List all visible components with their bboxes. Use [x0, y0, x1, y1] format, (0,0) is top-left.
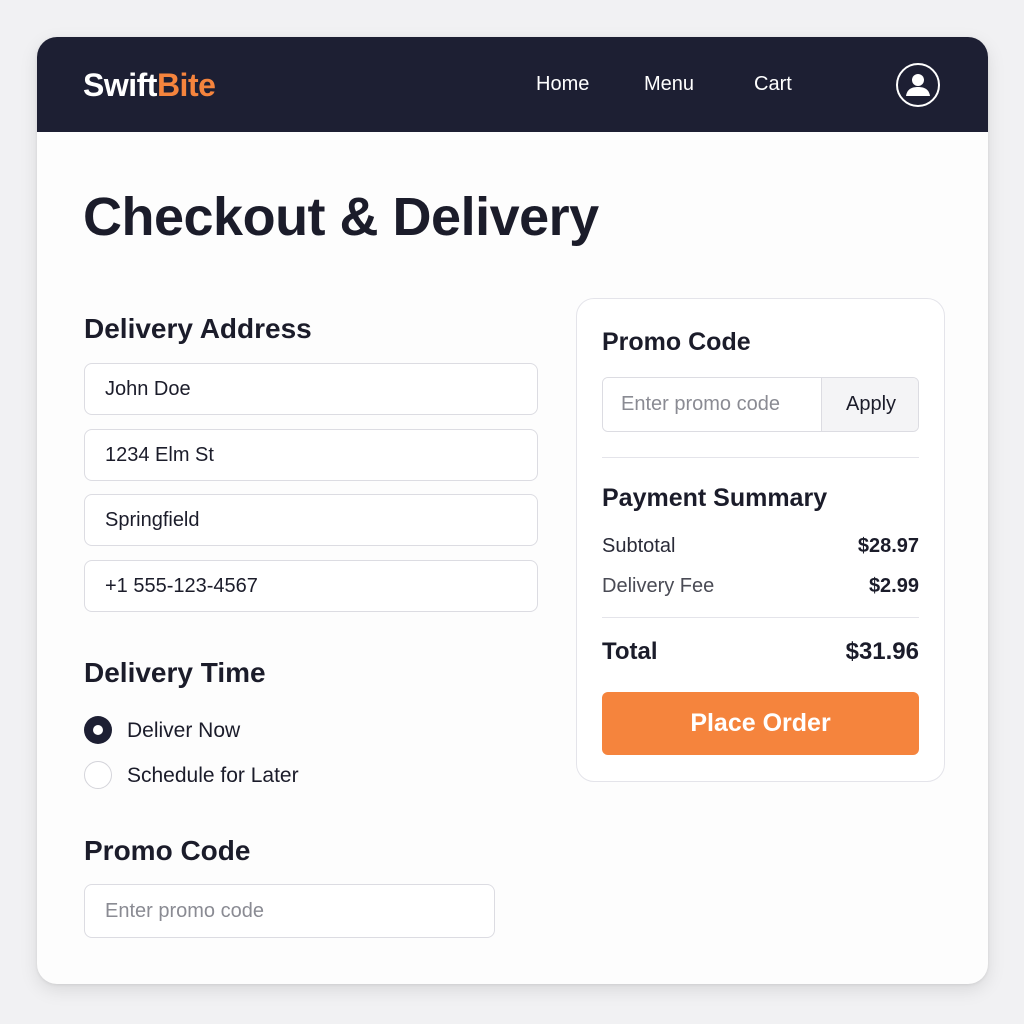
city-field[interactable] [84, 494, 538, 546]
name-field[interactable] [84, 363, 538, 415]
delivery-address-heading: Delivery Address [84, 313, 312, 344]
phone-field[interactable] [84, 560, 538, 612]
radio-checked-icon[interactable] [84, 716, 112, 744]
nav-link-cart[interactable]: Cart [754, 71, 792, 97]
card-promo-heading: Promo Code [602, 328, 751, 356]
total-label: Total [602, 638, 658, 665]
place-order-button[interactable]: Place Order [602, 692, 919, 755]
street-field[interactable] [84, 429, 538, 481]
payment-summary-heading: Payment Summary [602, 484, 828, 512]
app-window: SwiftBite Home Menu Cart Checkout & Deli… [37, 37, 988, 984]
delivery-fee-value: $2.99 [868, 575, 919, 597]
promo-code-heading: Promo Code [84, 835, 251, 866]
order-summary-card: Promo Code Apply Payment Summary Subtota… [576, 298, 945, 782]
apply-promo-button[interactable]: Apply [821, 378, 918, 431]
delivery-time-heading: Delivery Time [84, 657, 266, 688]
radio-unchecked-icon[interactable] [84, 761, 112, 789]
subtotal-value: $28.97 [857, 535, 919, 557]
delivery-fee-row: Delivery Fee $2.99 [602, 573, 919, 599]
total-row: Total $31.96 [602, 636, 919, 668]
divider [602, 457, 919, 458]
top-navbar: SwiftBite Home Menu Cart [37, 37, 988, 132]
radio-schedule-later-label: Schedule for Later [127, 764, 299, 787]
promo-code-input[interactable] [84, 884, 495, 938]
user-avatar-icon [906, 74, 930, 96]
total-value: $31.96 [845, 638, 919, 665]
subtotal-row: Subtotal $28.97 [602, 533, 919, 559]
brand-name-part1: Swift [83, 67, 157, 103]
card-promo-group: Apply [602, 377, 919, 432]
radio-deliver-now-label: Deliver Now [127, 719, 241, 742]
delivery-fee-label: Delivery Fee [602, 575, 715, 597]
subtotal-label: Subtotal [602, 535, 676, 557]
account-avatar-button[interactable] [896, 63, 940, 107]
nav-link-menu[interactable]: Menu [644, 71, 694, 97]
nav-link-home[interactable]: Home [536, 71, 589, 97]
brand-logo[interactable]: SwiftBite [83, 65, 216, 105]
card-promo-input[interactable] [603, 378, 821, 431]
divider [602, 617, 919, 618]
brand-name-part2: Bite [156, 67, 216, 103]
page-title: Checkout & Delivery [83, 187, 599, 247]
